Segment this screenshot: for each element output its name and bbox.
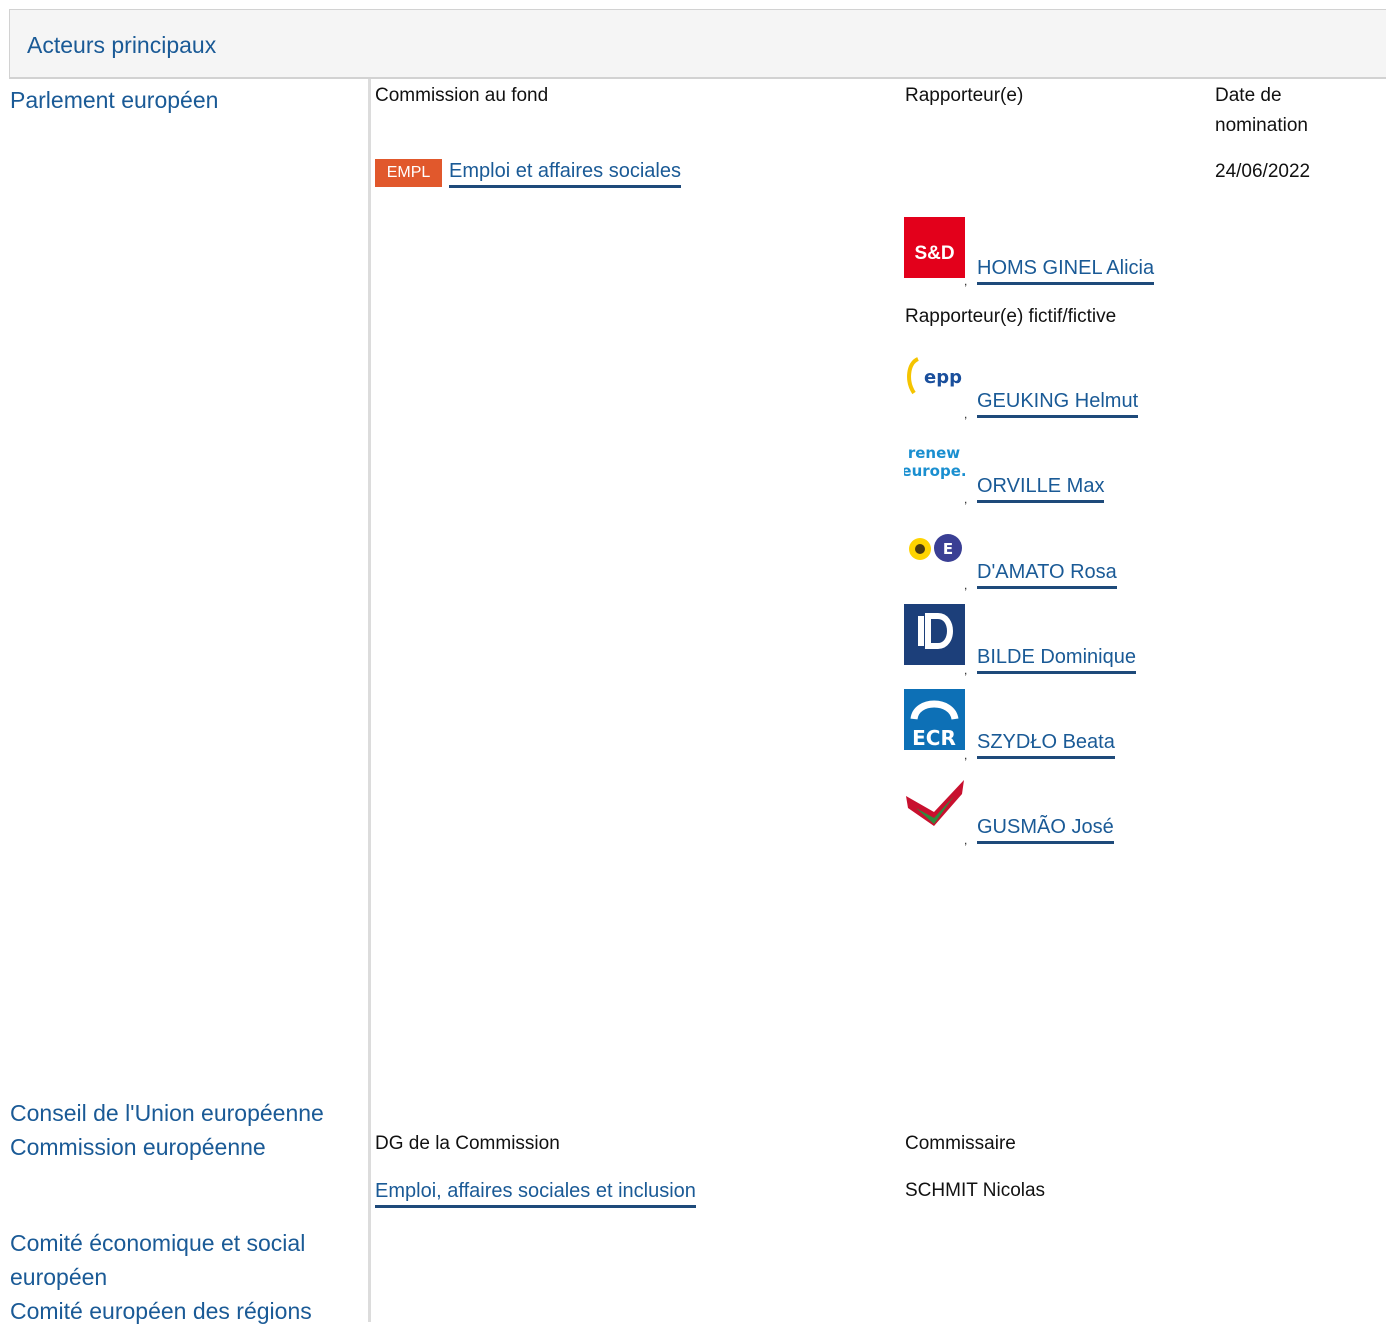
col-rapporteur-header: Rapporteur(e) — [905, 85, 1024, 106]
separator-comma: , — [964, 578, 968, 592]
svg-text:europe.: europe. — [904, 462, 965, 480]
separator-comma: , — [964, 492, 968, 506]
separator-comma: , — [964, 833, 968, 847]
commissioner-name: SCHMIT Nicolas — [905, 1180, 1046, 1201]
col-dg-header: DG de la Commission — [375, 1133, 560, 1154]
col-date-header-line1: Date de — [1215, 85, 1282, 106]
shadow-rapporteur-link[interactable]: GUSMÃO José — [977, 814, 1114, 844]
gue-ngl-logo-icon — [904, 774, 965, 835]
actor-eesc[interactable]: Comité économique et social européen — [10, 1226, 360, 1294]
shadow-rapporteur-link[interactable]: SZYDŁO Beata — [977, 729, 1115, 759]
ecr-logo-icon: ECR — [904, 689, 965, 750]
actor-council[interactable]: Conseil de l'Union européenne — [10, 1096, 324, 1130]
col-date-header-line2: nomination — [1215, 115, 1308, 136]
section-header: Acteurs principaux — [9, 9, 1386, 79]
shadow-rapporteur-link[interactable]: D'AMATO Rosa — [977, 559, 1117, 589]
sd-logo-icon: S&D — [904, 217, 965, 278]
rapporteur-link[interactable]: HOMS GINEL Alicia — [977, 255, 1155, 285]
shadow-rapporteur-link[interactable]: ORVILLE Max — [977, 473, 1105, 503]
renew-europe-logo-icon: renew europe. — [901, 434, 967, 495]
col-commissioner-header: Commissaire — [905, 1133, 1016, 1154]
sd-logo-text: S&D — [914, 243, 955, 264]
svg-text:ECR: ECR — [912, 726, 956, 750]
nomination-date: 24/06/2022 — [1215, 161, 1311, 182]
separator-comma: , — [964, 274, 968, 288]
epp-logo-icon: epp — [904, 349, 965, 410]
col-committee-header: Commission au fond — [375, 85, 549, 106]
section-title: Acteurs principaux — [27, 32, 217, 58]
shadow-rapporteur-link[interactable]: GEUKING Helmut — [977, 388, 1139, 418]
committee-badge: EMPL — [375, 159, 442, 187]
actor-cor[interactable]: Comité européen des régions — [10, 1294, 312, 1328]
svg-text:renew: renew — [908, 444, 960, 462]
shadow-rapporteur-link[interactable]: BILDE Dominique — [977, 644, 1136, 674]
actor-commission[interactable]: Commission européenne — [10, 1130, 266, 1164]
dg-link[interactable]: Emploi, affaires sociales et inclusion — [375, 1178, 696, 1208]
shadow-rapporteur-label: Rapporteur(e) fictif/fictive — [905, 306, 1117, 327]
separator-comma: , — [964, 748, 968, 762]
actor-parliament[interactable]: Parlement européen — [10, 83, 218, 117]
greens-efa-logo-icon: E — [904, 520, 965, 581]
svg-text:epp: epp — [924, 367, 962, 388]
committee-link[interactable]: Emploi et affaires sociales — [449, 158, 681, 188]
svg-text:E: E — [943, 540, 953, 558]
separator-comma: , — [964, 663, 968, 677]
id-logo-icon — [904, 604, 965, 665]
separator-comma: , — [964, 407, 968, 421]
